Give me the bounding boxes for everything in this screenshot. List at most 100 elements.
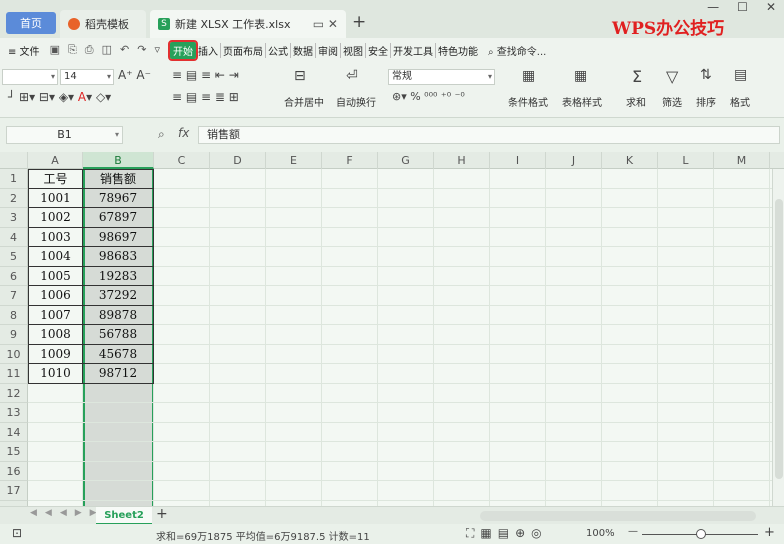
cell-sales[interactable]: 98697 (83, 227, 154, 247)
macro-icon[interactable]: ⊡ (12, 526, 22, 540)
cell-employee-id[interactable]: 1009 (28, 344, 83, 364)
formula-input[interactable]: 销售额 (198, 126, 780, 144)
cell-sales[interactable]: 37292 (83, 286, 154, 306)
number-format-select[interactable]: 常规 (388, 69, 495, 85)
print-icon[interactable]: ⎙ (85, 43, 94, 57)
filter-button[interactable]: 筛选 (662, 94, 682, 109)
number-format-icons[interactable]: ⊛▾ % ⁰⁰⁰ ⁺⁰ ⁻⁰ (392, 90, 465, 103)
column-header[interactable]: L (658, 152, 714, 169)
tab-template[interactable]: 稻壳模板 (60, 10, 146, 38)
zoom-out-icon[interactable]: — (628, 526, 638, 537)
menu-file[interactable]: ≡ 文件 (6, 43, 42, 58)
cell-employee-id[interactable]: 1003 (28, 227, 83, 247)
column-header[interactable]: D (210, 152, 266, 169)
menu-data[interactable]: 数据 (289, 42, 315, 58)
row-header[interactable]: 15 (0, 442, 28, 462)
tab-home[interactable]: 首页 (6, 12, 56, 34)
conditional-format-button[interactable]: 条件格式 (508, 94, 548, 109)
worksheet-grid[interactable]: ABCDEFGHIJKLM 12345678910111213141516171… (0, 152, 784, 506)
select-all-corner[interactable] (0, 152, 28, 169)
cell-sales[interactable]: 56788 (83, 325, 154, 345)
fx-icon[interactable]: fx (178, 126, 189, 140)
row-header[interactable]: 5 (0, 247, 28, 267)
minimize-icon[interactable]: — (707, 0, 719, 14)
row-header[interactable]: 17 (0, 481, 28, 501)
zoom-slider-knob[interactable] (696, 529, 706, 539)
zoom-level[interactable]: 100% (586, 528, 615, 539)
new-tab-button[interactable]: + (352, 12, 366, 32)
merge-button[interactable]: 合并居中 (284, 94, 324, 109)
cell-employee-id[interactable]: 1002 (28, 208, 83, 228)
cell-employee-id[interactable]: 1001 (28, 188, 83, 208)
row-header[interactable]: 10 (0, 344, 28, 364)
cell-sales[interactable]: 89878 (83, 305, 154, 325)
sheet-tab[interactable]: Sheet2 (96, 507, 152, 525)
row-header[interactable]: 14 (0, 422, 28, 442)
align-horizontal-icons[interactable]: ≡ ▤ ≡ ≣ ⊞ (172, 90, 239, 104)
row-header[interactable]: 13 (0, 403, 28, 423)
zoom-in-icon[interactable]: + (764, 525, 775, 540)
cell-employee-id[interactable]: 1004 (28, 247, 83, 267)
wrap-text-button[interactable]: 自动换行 (336, 94, 376, 109)
search-command[interactable]: ⌕ 查找命令... (486, 43, 548, 58)
column-header[interactable]: A (28, 152, 83, 169)
cell-employee-id[interactable]: 1006 (28, 286, 83, 306)
font-size-select[interactable]: 14 (60, 69, 114, 85)
undo-icon[interactable]: ↶ (120, 43, 129, 57)
preview-icon[interactable]: ◫ (102, 43, 112, 57)
row-header[interactable]: 2 (0, 188, 28, 208)
cell-sales[interactable]: 98712 (83, 364, 154, 384)
menu-developer[interactable]: 开发工具 (389, 42, 435, 58)
cell-employee-id[interactable]: 1010 (28, 364, 83, 384)
row-header[interactable]: 12 (0, 383, 28, 403)
row-header[interactable]: 3 (0, 208, 28, 228)
column-header[interactable]: F (322, 152, 378, 169)
align-top-icons[interactable]: ≡ ▤ ≡ ⇤ ⇥ (172, 68, 239, 82)
row-header[interactable]: 8 (0, 305, 28, 325)
font-format-icons[interactable]: ┘ ⊞▾ ⊟▾ ◈▾ A▾ ◇▾ (8, 90, 111, 104)
column-header[interactable]: J (546, 152, 602, 169)
font-grow-icon[interactable]: A⁺ A⁻ (118, 68, 151, 82)
add-sheet-button[interactable]: + (156, 506, 168, 522)
cell-sales[interactable]: 45678 (83, 344, 154, 364)
save-icon[interactable]: ▣ (50, 43, 60, 57)
row-header[interactable]: 9 (0, 325, 28, 345)
zoom-cell-icon[interactable]: ⌕ (158, 127, 165, 142)
vertical-scroll-thumb[interactable] (775, 199, 783, 479)
column-header[interactable]: B (83, 152, 154, 169)
cell-employee-id[interactable]: 1005 (28, 266, 83, 286)
export-icon[interactable]: ⎘ (68, 43, 77, 57)
row-header[interactable]: 7 (0, 286, 28, 306)
column-header[interactable]: C (154, 152, 210, 169)
row-header[interactable]: 6 (0, 266, 28, 286)
column-header[interactable]: G (378, 152, 434, 169)
menu-formula[interactable]: 公式 (264, 42, 290, 58)
menu-review[interactable]: 审阅 (314, 42, 340, 58)
maximize-icon[interactable]: ☐ (737, 0, 748, 14)
menu-features[interactable]: 特色功能 (434, 42, 480, 58)
menu-security[interactable]: 安全 (364, 42, 390, 58)
redo-icon[interactable]: ↷ (137, 43, 146, 57)
menu-insert[interactable]: 插入 (196, 43, 220, 58)
cell-sales[interactable]: 19283 (83, 266, 154, 286)
sort-button[interactable]: 排序 (696, 94, 716, 109)
column-header[interactable]: I (490, 152, 546, 169)
tab-close-icon[interactable]: ▭ ✕ (313, 17, 338, 31)
column-header[interactable]: K (602, 152, 658, 169)
font-name-select[interactable] (2, 69, 58, 85)
cell-sales[interactable]: 67897 (83, 208, 154, 228)
sum-button[interactable]: 求和 (626, 94, 646, 109)
cell-employee-id[interactable]: 工号 (28, 169, 83, 189)
row-header[interactable]: 4 (0, 227, 28, 247)
cell-sales[interactable]: 78967 (83, 188, 154, 208)
cell-employee-id[interactable]: 1007 (28, 305, 83, 325)
horizontal-scrollbar[interactable] (480, 511, 756, 521)
close-icon[interactable]: ✕ (766, 0, 776, 14)
menu-start[interactable]: 开始 (167, 39, 198, 61)
row-header[interactable]: 11 (0, 364, 28, 384)
cell-employee-id[interactable]: 1008 (28, 325, 83, 345)
view-mode-icons[interactable]: ⛶▦▤⊕◎ (466, 526, 548, 541)
more-icon[interactable]: ▿ (154, 43, 160, 57)
format-button[interactable]: 格式 (730, 94, 750, 109)
row-header[interactable]: 16 (0, 461, 28, 481)
